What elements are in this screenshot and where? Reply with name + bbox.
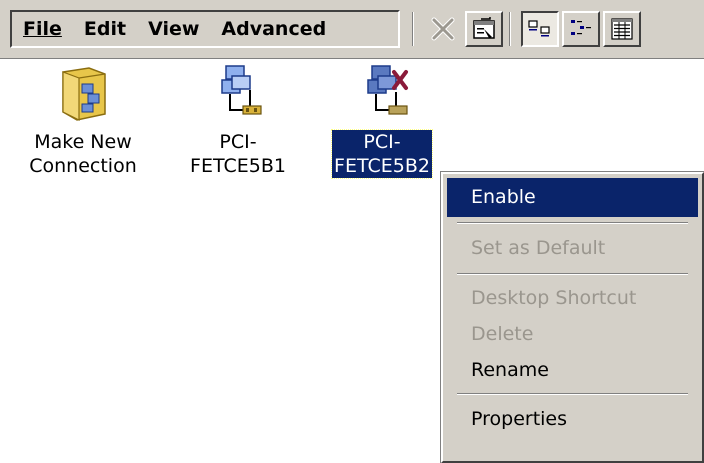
menu-item-rename[interactable]: Rename xyxy=(447,352,698,388)
details-view-icon xyxy=(611,18,633,40)
make-new-connection-icon xyxy=(62,67,106,121)
properties-button[interactable] xyxy=(465,11,503,47)
menu-file[interactable]: File xyxy=(12,18,73,40)
properties-icon xyxy=(473,17,495,39)
menu-file-label: File xyxy=(23,18,62,40)
toolbar-separator xyxy=(509,12,511,46)
network-adapter-disabled-icon xyxy=(367,65,408,115)
menu-item-delete: Delete xyxy=(471,323,534,345)
details-view-button[interactable] xyxy=(603,11,641,47)
small-icons-view-icon xyxy=(571,20,591,35)
menu-item-properties[interactable]: Properties xyxy=(447,400,698,439)
menu-item-desktop-shortcut: Desktop Shortcut xyxy=(471,287,637,309)
menu-separator xyxy=(457,273,688,275)
menu-advanced-label: Advanced xyxy=(221,18,327,40)
menu-advanced[interactable]: Advanced xyxy=(210,18,337,40)
menu-item-set-as-default: Set as Default xyxy=(471,237,606,259)
menu-edit[interactable]: Edit xyxy=(73,18,137,40)
command-bar: File Edit View Advanced xyxy=(0,0,704,59)
small-icons-view-button[interactable] xyxy=(562,11,600,47)
make-new-connection-label: Make New Connection xyxy=(29,131,137,177)
network-adapter-item[interactable]: PCI- FETCE5B1 xyxy=(173,62,303,178)
network-adapter-label: PCI- FETCE5B1 xyxy=(190,131,286,177)
menu-view-label: View xyxy=(148,18,200,40)
large-icons-view-button[interactable] xyxy=(521,11,559,47)
large-icons-view-icon xyxy=(528,20,550,37)
menu-separator xyxy=(457,222,688,224)
menu-separator xyxy=(457,393,688,395)
network-adapter-item-selected[interactable]: PCI- FETCE5B2 xyxy=(317,62,447,179)
delete-icon xyxy=(431,17,455,41)
menu-view[interactable]: View xyxy=(137,18,210,40)
menu-edit-label: Edit xyxy=(83,18,127,40)
toolbar-separator xyxy=(412,12,414,46)
context-menu: Enable Set as Default Desktop Shortcut D… xyxy=(441,172,704,463)
network-adapter-selected-label: PCI- FETCE5B2 xyxy=(331,129,433,179)
menu-item-enable[interactable]: Enable xyxy=(447,178,698,217)
network-adapter-icon xyxy=(221,65,262,115)
delete-button[interactable] xyxy=(424,11,462,47)
menu-bar: File Edit View Advanced xyxy=(10,10,400,48)
make-new-connection-item[interactable]: Make New Connection xyxy=(18,62,148,178)
